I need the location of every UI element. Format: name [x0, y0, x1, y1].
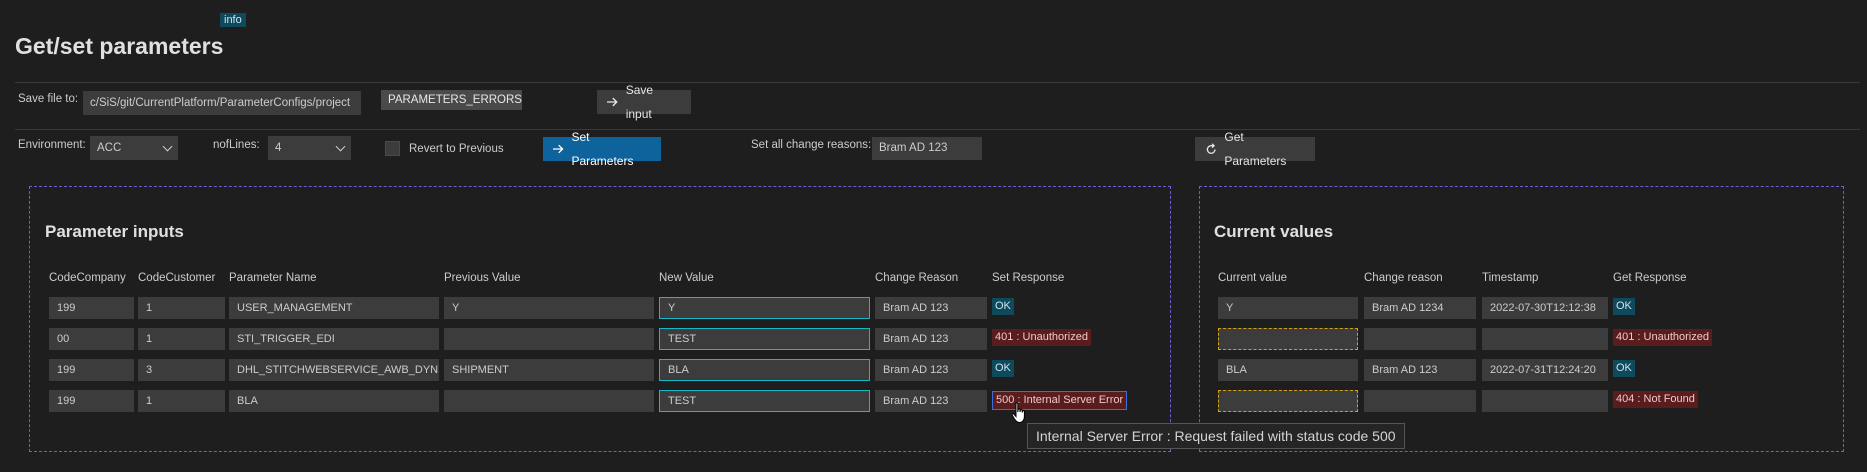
change-reason-input[interactable]: Bram AD 123: [875, 390, 987, 412]
status-badge: OK: [992, 298, 1014, 315]
current-value-field[interactable]: BLA: [1218, 359, 1358, 381]
save-path-input[interactable]: c/SiS/git/CurrentPlatform/ParameterConfi…: [83, 91, 361, 115]
timestamp-field[interactable]: 2022-07-30T12:12:38: [1482, 297, 1608, 319]
current-value-field[interactable]: [1218, 390, 1358, 412]
current-value-field[interactable]: Y: [1218, 297, 1358, 319]
current-value-field[interactable]: [1218, 328, 1358, 350]
new-value-input[interactable]: Y: [659, 297, 870, 319]
change-reason-input[interactable]: Bram AD 123: [875, 297, 987, 319]
save-input-label: Save input: [625, 83, 654, 121]
divider: [15, 82, 1860, 83]
code-company-input[interactable]: 00: [49, 328, 134, 350]
change-reason-input[interactable]: Bram AD 123: [875, 359, 987, 381]
environment-value: ACC: [97, 142, 122, 154]
parameter-inputs-panel: Parameter inputs CodeCompany CodeCustome…: [29, 186, 1171, 452]
new-value-input[interactable]: TEST: [659, 328, 870, 350]
revert-label: Revert to Previous: [409, 143, 504, 155]
panel-title: Parameter inputs: [45, 222, 184, 241]
noflines-label: nofLines:: [213, 139, 260, 151]
status-badge: OK: [1613, 360, 1635, 377]
new-value-input[interactable]: BLA: [659, 359, 870, 381]
panel-title: Current values: [1214, 222, 1334, 241]
status-badge: 401 : Unauthorized: [1613, 329, 1712, 346]
set-parameters-label: Set Parameters: [571, 130, 634, 168]
save-input-button[interactable]: Save input: [597, 83, 691, 121]
timestamp-field[interactable]: [1482, 390, 1608, 412]
column-header: Timestamp: [1482, 272, 1539, 284]
status-badge: 401 : Unauthorized: [992, 329, 1091, 346]
noflines-select[interactable]: 4: [268, 136, 351, 160]
code-customer-input[interactable]: 1: [138, 390, 225, 412]
hand-pointer-icon: [1011, 402, 1025, 424]
parameter-name-input[interactable]: DHL_STITCHWEBSERVICE_AWB_DYNIN: [229, 359, 439, 381]
arrow-right-icon: [607, 97, 618, 107]
change-reasons-label: Set all change reasons:: [751, 139, 872, 151]
parameter-name-input[interactable]: STI_TRIGGER_EDI: [229, 328, 439, 350]
change-reason-field[interactable]: Bram AD 123: [1364, 359, 1476, 381]
column-header: Parameter Name: [229, 272, 317, 284]
set-parameters-button[interactable]: Set Parameters: [543, 130, 661, 168]
change-reason-field[interactable]: [1364, 390, 1476, 412]
get-parameters-label: Get Parameters: [1224, 130, 1287, 168]
column-header: Change Reason: [875, 272, 959, 284]
code-customer-input[interactable]: 3: [138, 359, 225, 381]
column-header: Current value: [1218, 272, 1288, 284]
current-values-panel: Current values Current value Change reas…: [1199, 186, 1844, 452]
change-reason-field[interactable]: [1364, 328, 1476, 350]
error-tooltip: Internal Server Error : Request failed w…: [1027, 423, 1405, 449]
save-file-label: Save file to:: [18, 93, 79, 105]
status-badge: 404 : Not Found: [1613, 391, 1698, 408]
timestamp-field[interactable]: 2022-07-31T12:24:20: [1482, 359, 1608, 381]
code-company-input[interactable]: 199: [49, 390, 134, 412]
status-badge: OK: [992, 360, 1014, 377]
parameter-name-input[interactable]: USER_MANAGEMENT: [229, 297, 439, 319]
column-header: Change reason: [1364, 272, 1443, 284]
previous-value-field[interactable]: [444, 390, 654, 412]
filename-display: PARAMETERS_ERRORS.CSV: [381, 90, 522, 110]
timestamp-field[interactable]: [1482, 328, 1608, 350]
change-reasons-input[interactable]: Bram AD 123: [872, 137, 982, 160]
refresh-icon: [1206, 142, 1216, 154]
column-header: Previous Value: [444, 272, 521, 284]
info-badge[interactable]: info: [220, 13, 246, 27]
code-customer-input[interactable]: 1: [138, 297, 225, 319]
divider: [15, 129, 1860, 130]
previous-value-field[interactable]: Y: [444, 297, 654, 319]
change-reason-input[interactable]: Bram AD 123: [875, 328, 987, 350]
column-header: Get Response: [1613, 272, 1687, 284]
previous-value-field[interactable]: [444, 328, 654, 350]
environment-label: Environment:: [18, 139, 86, 151]
status-badge: OK: [1613, 298, 1635, 315]
page-title: Get/set parameters: [15, 33, 224, 59]
code-company-input[interactable]: 199: [49, 359, 134, 381]
code-company-input[interactable]: 199: [49, 297, 134, 319]
column-header: Set Response: [992, 272, 1065, 284]
column-header: CodeCompany: [49, 272, 126, 284]
environment-select[interactable]: ACC: [90, 136, 178, 160]
noflines-value: 4: [275, 142, 282, 154]
code-customer-input[interactable]: 1: [138, 328, 225, 350]
chevron-down-icon: [162, 141, 173, 151]
column-header: New Value: [659, 272, 714, 284]
chevron-down-icon: [335, 141, 346, 151]
get-parameters-button[interactable]: Get Parameters: [1195, 130, 1315, 168]
parameter-name-input[interactable]: BLA: [229, 390, 439, 412]
previous-value-field[interactable]: SHIPMENT: [444, 359, 654, 381]
revert-checkbox[interactable]: [385, 141, 400, 156]
column-header: CodeCustomer: [138, 272, 216, 284]
arrow-right-icon: [553, 144, 564, 154]
change-reason-field[interactable]: Bram AD 1234: [1364, 297, 1476, 319]
new-value-input[interactable]: TEST: [659, 390, 870, 412]
